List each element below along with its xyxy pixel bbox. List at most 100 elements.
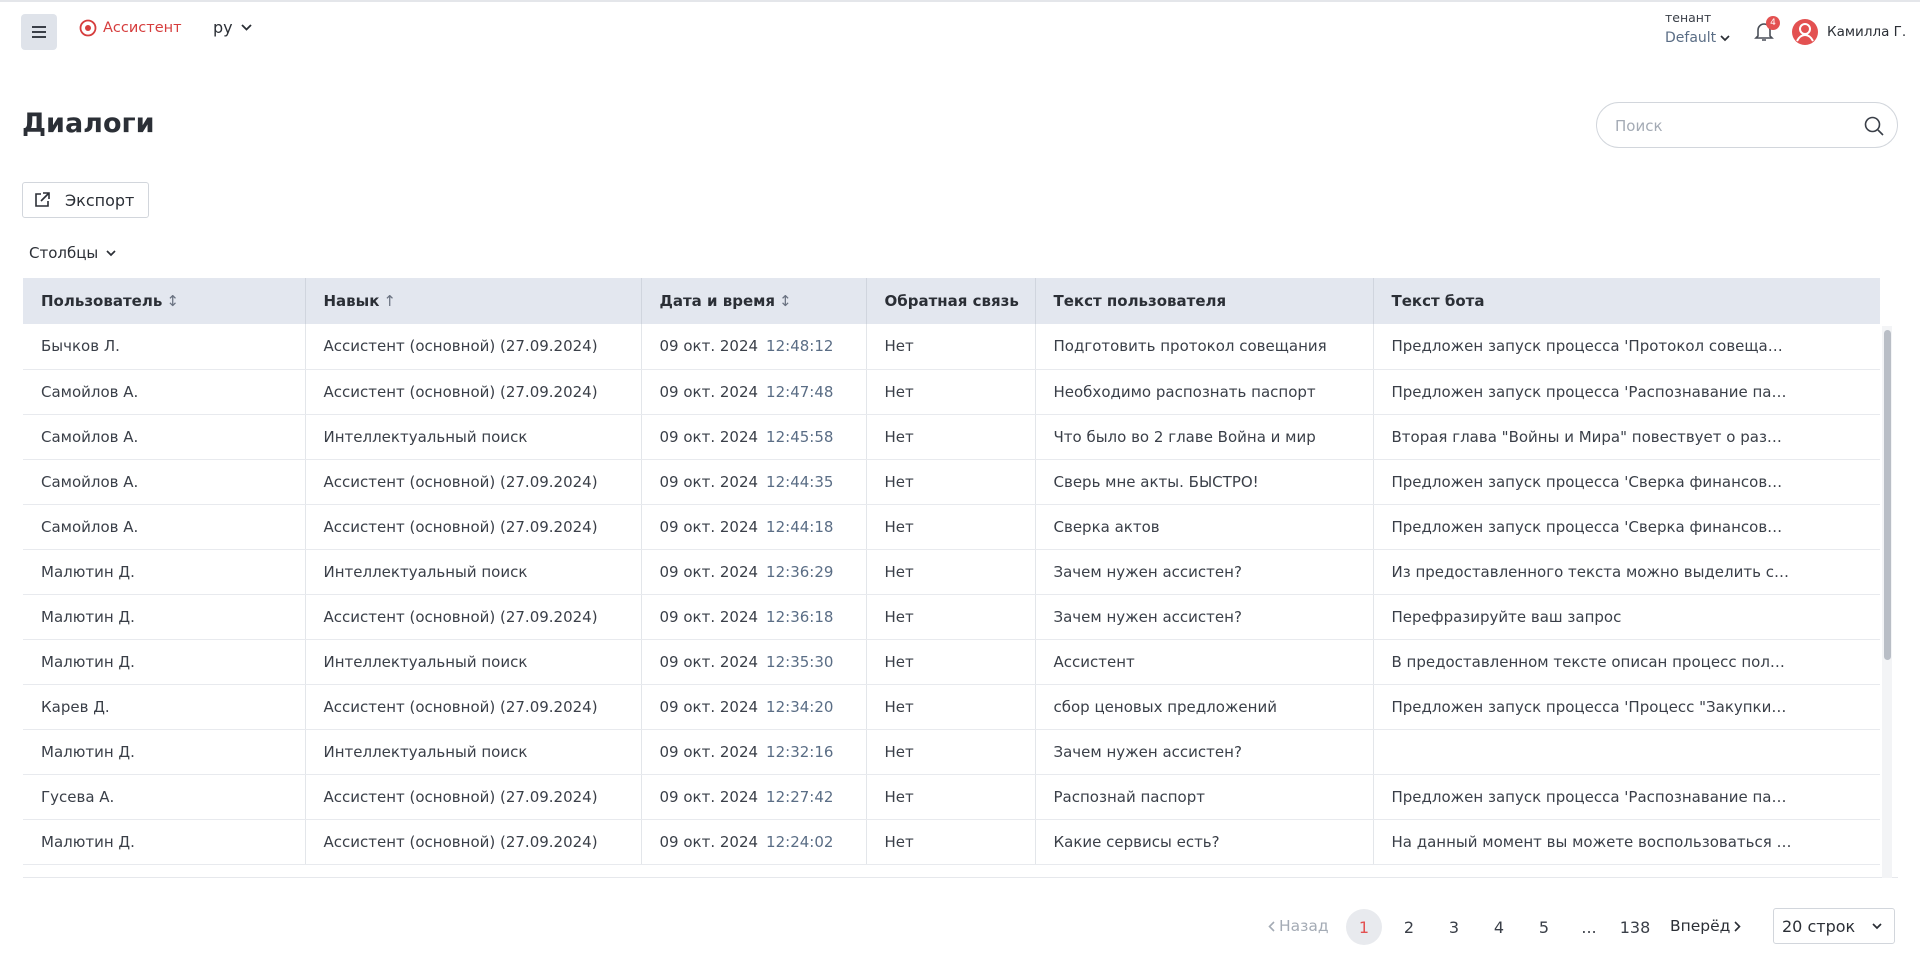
cell-datetime: 09 окт. 2024 12:44:35	[641, 459, 867, 505]
search-box[interactable]	[1596, 102, 1898, 148]
cell-user-text: Зачем нужен ассистен?	[1035, 549, 1374, 595]
cell-date: 09 окт. 2024	[659, 427, 759, 446]
cell-bot-text: Из предоставленного текста можно выделит…	[1373, 549, 1880, 595]
cell-datetime: 09 окт. 2024 12:47:48	[641, 369, 867, 415]
menu-button[interactable]	[21, 14, 57, 50]
rows-per-page-value: 20 строк	[1782, 916, 1856, 936]
pagination-page-5[interactable]: 5	[1526, 909, 1562, 945]
export-button[interactable]: Экспорт	[22, 182, 149, 218]
dialogs-table: Пользователь ↕ Навык ↑ Дата и время ↕ Обрат…	[23, 278, 1898, 878]
cell-datetime: 09 окт. 2024 12:36:29	[641, 549, 867, 595]
pagination-next-label: Вперёд	[1670, 917, 1731, 935]
pagination-page-4[interactable]: 4	[1481, 909, 1517, 945]
scrollbar-thumb[interactable]	[1884, 330, 1891, 660]
column-header-datetime[interactable]: Дата и время ↕	[641, 278, 867, 324]
cell-skill: Ассистент (основной) (27.09.2024)	[305, 459, 642, 505]
pagination-page-1[interactable]: 1	[1346, 909, 1382, 945]
cell-user: Карев Д.	[23, 684, 306, 730]
cell-date: 09 окт. 2024	[659, 787, 759, 806]
rows-per-page-select[interactable]: 20 строк	[1773, 908, 1895, 944]
table-row[interactable]: Самойлов А. Ассистент (основной) (27.09.2…	[23, 504, 1880, 550]
chevron-down-icon	[240, 24, 252, 31]
cell-datetime: 09 окт. 2024 12:45:58	[641, 414, 867, 460]
tenant-switcher[interactable]: тенант Default	[1665, 10, 1730, 46]
cell-time: 12:45:58	[766, 427, 834, 446]
cell-datetime: 09 окт. 2024 12:48:12	[641, 324, 867, 370]
cell-feedback: Нет	[866, 369, 1036, 415]
cell-bot-text: Предложен запуск процесса 'Сверка финанс…	[1373, 504, 1880, 550]
user-menu[interactable]: Камилла Г.	[1791, 18, 1906, 46]
cell-skill: Интеллектуальный поиск	[305, 729, 642, 775]
cell-time: 12:34:20	[766, 697, 834, 716]
cell-datetime: 09 окт. 2024 12:36:18	[641, 594, 867, 640]
brand-logo-icon	[79, 19, 97, 37]
table-row[interactable]: Самойлов А. Интеллектуальный поиск 09 окт.…	[23, 414, 1880, 460]
cell-date: 09 окт. 2024	[659, 337, 759, 356]
page-title: Диалоги	[22, 108, 155, 139]
cell-user-text: Сверка актов	[1035, 504, 1374, 550]
cell-user: Гусева А.	[23, 774, 306, 820]
columns-label: Столбцы	[29, 244, 99, 262]
tenant-value[interactable]: Default	[1665, 30, 1730, 46]
sort-both-icon[interactable]: ↕	[779, 292, 792, 310]
column-header-user[interactable]: Пользователь ↕	[23, 278, 306, 324]
table-row[interactable]: Малютин Д. Интеллектуальный поиск 09 окт. …	[23, 639, 1880, 685]
cell-feedback: Нет	[866, 729, 1036, 775]
table-row[interactable]: Бычков Л. Ассистент (основной) (27.09.202…	[23, 324, 1880, 370]
table-row[interactable]: Малютин Д. Ассистент (основной) (27.09.20…	[23, 594, 1880, 640]
cell-bot-text: Перефразируйте ваш запрос	[1373, 594, 1880, 640]
table-row[interactable]: Малютин Д. Интеллектуальный поиск 09 окт. …	[23, 549, 1880, 595]
cell-user: Самойлов А.	[23, 369, 306, 415]
export-label: Экспорт	[65, 190, 135, 210]
cell-date: 09 окт. 2024	[659, 832, 759, 851]
columns-dropdown[interactable]: Столбцы	[29, 244, 116, 262]
cell-feedback: Нет	[866, 819, 1036, 865]
cell-user: Малютин Д.	[23, 594, 306, 640]
chevron-down-icon	[1872, 923, 1882, 930]
cell-user: Малютин Д.	[23, 729, 306, 775]
cell-datetime: 09 окт. 2024 12:32:16	[641, 729, 867, 775]
pagination-page-2[interactable]: 2	[1391, 909, 1427, 945]
language-value: ру	[213, 18, 233, 37]
search-input[interactable]	[1615, 115, 1855, 137]
cell-feedback: Нет	[866, 504, 1036, 550]
sort-ascending-icon[interactable]: ↑	[383, 292, 396, 310]
pagination-ellipsis: ...	[1581, 917, 1597, 937]
cell-skill: Ассистент (основной) (27.09.2024)	[305, 774, 642, 820]
cell-time: 12:44:35	[766, 472, 834, 491]
cell-bot-text: Предложен запуск процесса 'Протокол сове…	[1373, 324, 1880, 370]
tenant-label: тенант	[1665, 10, 1712, 25]
table-row[interactable]: Самойлов А. Ассистент (основной) (27.09.2…	[23, 459, 1880, 505]
language-select[interactable]: ру	[213, 18, 252, 37]
brand-name: Ассистент	[103, 20, 182, 36]
sort-both-icon[interactable]: ↕	[166, 292, 179, 310]
search-icon[interactable]	[1863, 115, 1885, 137]
cell-bot-text: Предложен запуск процесса 'Процесс "Заку…	[1373, 684, 1880, 730]
pagination-page-3[interactable]: 3	[1436, 909, 1472, 945]
table-body: Бычков Л. Ассистент (основной) (27.09.202…	[23, 324, 1880, 865]
cell-user-text: Что было во 2 главе Война и мир	[1035, 414, 1374, 460]
table-row[interactable]: Самойлов А. Ассистент (основной) (27.09.2…	[23, 369, 1880, 415]
table-row[interactable]: Малютин Д. Интеллектуальный поиск 09 окт. …	[23, 729, 1880, 775]
cell-user-text: Необходимо распознать паспорт	[1035, 369, 1374, 415]
cell-feedback: Нет	[866, 639, 1036, 685]
cell-feedback: Нет	[866, 774, 1036, 820]
hamburger-icon	[32, 26, 46, 38]
pagination-prev[interactable]: Назад	[1268, 917, 1329, 935]
table-row[interactable]: Гусева А. Ассистент (основной) (27.09.202…	[23, 774, 1880, 820]
notifications-button[interactable]: 4	[1752, 16, 1780, 45]
cell-skill: Ассистент (основной) (27.09.2024)	[305, 594, 642, 640]
column-header-skill[interactable]: Навык ↑	[305, 278, 642, 324]
cell-feedback: Нет	[866, 324, 1036, 370]
avatar-icon	[1792, 19, 1818, 45]
cell-bot-text: В предоставленном тексте описан процесс …	[1373, 639, 1880, 685]
pagination-next[interactable]: Вперёд	[1670, 917, 1742, 935]
table-row[interactable]: Малютин Д. Ассистент (основной) (27.09.20…	[23, 819, 1880, 865]
pagination-page-138[interactable]: 138	[1617, 909, 1653, 945]
table-row[interactable]: Карев Д. Ассистент (основной) (27.09.2024…	[23, 684, 1880, 730]
cell-time: 12:44:18	[766, 517, 834, 536]
cell-feedback: Нет	[866, 459, 1036, 505]
cell-user-text: Сверь мне акты. БЫСТРО!	[1035, 459, 1374, 505]
cell-time: 12:35:30	[766, 652, 834, 671]
brand[interactable]: Ассистент	[79, 19, 182, 37]
